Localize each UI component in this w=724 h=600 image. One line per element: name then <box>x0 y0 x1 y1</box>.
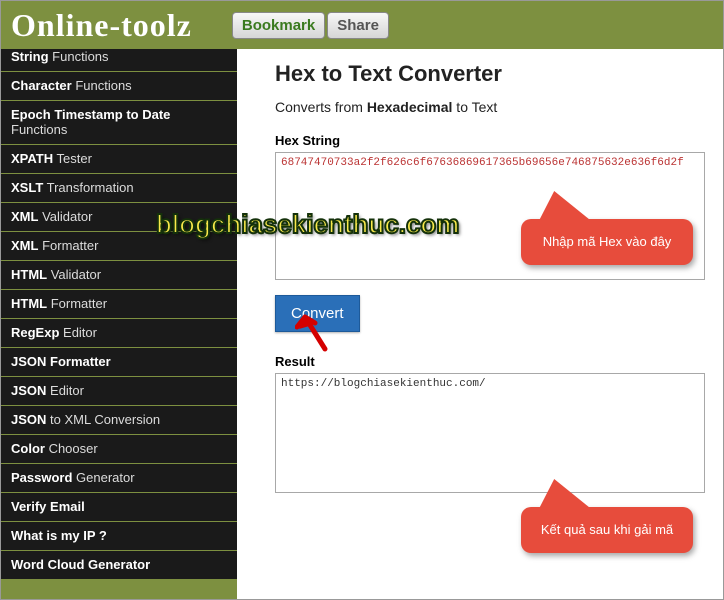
sidebar-item-json-formatter[interactable]: JSON Formatter <box>1 348 237 377</box>
convert-button[interactable]: Convert <box>275 295 360 332</box>
sidebar-item-json-xml[interactable]: JSON to XML Conversion <box>1 406 237 435</box>
share-button[interactable]: Share <box>327 12 389 39</box>
sidebar-item-html-formatter[interactable]: HTML Formatter <box>1 290 237 319</box>
sidebar-item-string[interactable]: String Functions <box>1 49 237 72</box>
page-subtitle: Converts from Hexadecimal to Text <box>275 99 705 115</box>
hex-label: Hex String <box>275 133 705 148</box>
sidebar-item-epoch[interactable]: Epoch Timestamp to Date Functions <box>1 101 237 145</box>
sidebar-item-password[interactable]: Password Generator <box>1 464 237 493</box>
page-root: Online-toolz Bookmark Share String Funct… <box>0 0 724 600</box>
sidebar-item-color[interactable]: Color Chooser <box>1 435 237 464</box>
result-label: Result <box>275 354 705 369</box>
sidebar-item-xpath[interactable]: XPATH Tester <box>1 145 237 174</box>
sidebar-item-character[interactable]: Character Functions <box>1 72 237 101</box>
sidebar: String Functions Character Functions Epo… <box>1 49 237 600</box>
result-output[interactable] <box>275 373 705 493</box>
bookmark-button[interactable]: Bookmark <box>232 12 325 39</box>
header-bar: Online-toolz Bookmark Share <box>1 1 723 49</box>
main-panel: Hex to Text Converter Converts from Hexa… <box>237 49 723 600</box>
sidebar-item-xml-formatter[interactable]: XML Formatter <box>1 232 237 261</box>
sidebar-item-wordcloud[interactable]: Word Cloud Generator <box>1 551 237 580</box>
page-title: Hex to Text Converter <box>275 61 705 87</box>
callout-result: Kết quả sau khi gải mã <box>521 507 693 553</box>
sidebar-item-html-validator[interactable]: HTML Validator <box>1 261 237 290</box>
body-row: String Functions Character Functions Epo… <box>1 49 723 600</box>
sidebar-item-xml-validator[interactable]: XML Validator <box>1 203 237 232</box>
sidebar-item-json-editor[interactable]: JSON Editor <box>1 377 237 406</box>
header-buttons: Bookmark Share <box>232 12 389 39</box>
sidebar-item-ip[interactable]: What is my IP ? <box>1 522 237 551</box>
sidebar-item-regexp[interactable]: RegExp Editor <box>1 319 237 348</box>
site-logo[interactable]: Online-toolz <box>11 7 192 44</box>
sidebar-item-verify-email[interactable]: Verify Email <box>1 493 237 522</box>
callout-hex-input: Nhập mã Hex vào đây <box>521 219 693 265</box>
sidebar-item-xslt[interactable]: XSLT Transformation <box>1 174 237 203</box>
